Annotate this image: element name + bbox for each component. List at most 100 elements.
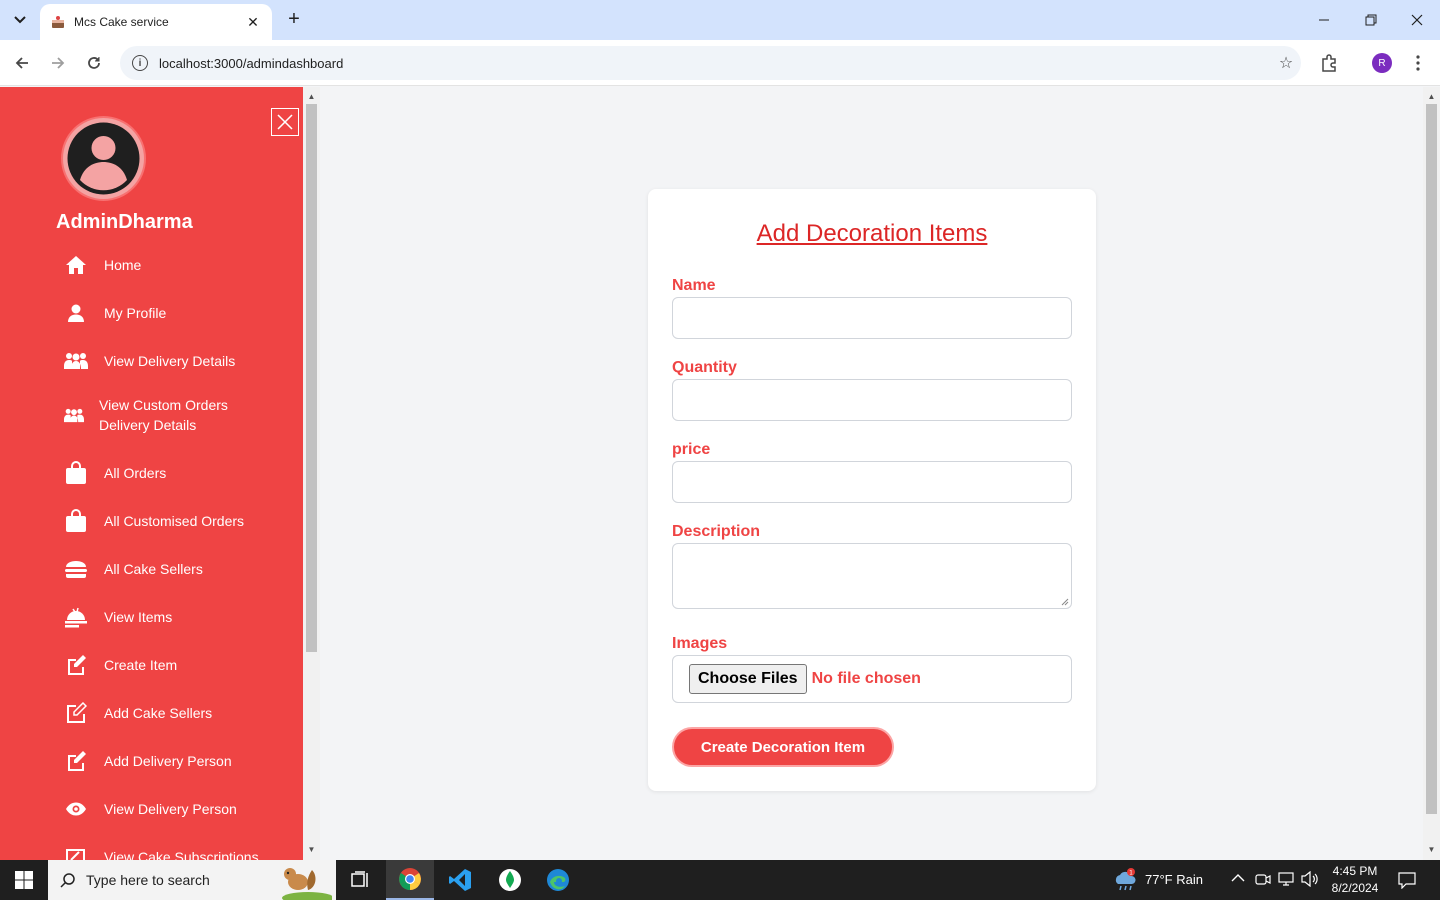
chrome-icon [399,868,421,890]
sidebar-item-view-custom-orders[interactable]: View Custom Orders Delivery Details [64,395,264,435]
sidebar-item-all-customised-orders[interactable]: All Customised Orders [64,509,244,533]
price-input[interactable] [672,461,1072,503]
extensions-button[interactable] [1317,51,1341,75]
search-icon [60,873,75,888]
reload-icon [88,57,100,69]
scroll-up-icon[interactable]: ▲ [306,91,317,103]
arrow-left-icon [15,57,28,69]
forward-button[interactable] [46,51,70,75]
sidebar-item-create-item[interactable]: Create Item [64,653,177,677]
scroll-up-icon[interactable]: ▲ [1426,91,1437,103]
images-file-input[interactable]: Choose Files No file chosen [672,655,1072,703]
close-window-button[interactable] [1402,6,1432,34]
minimize-button[interactable] [1310,6,1340,34]
mongodb-compass-icon [499,869,521,891]
browser-tab[interactable]: Mcs Cake service ✕ [40,4,272,40]
no-file-text: No file chosen [811,670,921,687]
sidebar-item-view-delivery-person[interactable]: View Delivery Person [64,797,237,821]
chevron-down-icon [14,16,26,24]
name-input[interactable] [672,297,1072,339]
sidebar-close-button[interactable] [271,108,299,136]
taskbar-edge[interactable] [534,860,582,900]
resize-grip-icon[interactable] [1061,598,1069,606]
notification-icon[interactable] [1398,871,1416,889]
food-tray-icon [64,605,88,629]
taskbar-chrome[interactable] [386,860,434,900]
edit-square-icon [64,845,88,860]
reload-button[interactable] [82,51,106,75]
bookmark-star-icon[interactable]: ☆ [1271,53,1301,73]
sidebar-item-all-orders[interactable]: All Orders [64,461,166,485]
meet-now-icon[interactable] [1255,871,1271,887]
arrow-right-icon [52,57,65,69]
sidebar-item-home[interactable]: Home [64,253,141,277]
choose-files-button[interactable]: Choose Files [689,664,807,694]
restore-icon [1365,14,1377,26]
scroll-down-icon[interactable]: ▼ [1426,844,1437,856]
windows-logo-icon [15,871,33,889]
eye-icon [64,797,88,821]
task-view-icon [351,871,368,887]
sidebar-item-view-cake-subscriptions[interactable]: View Cake Subscriptions [64,845,259,860]
weather-text[interactable]: 77°F Rain [1145,872,1203,887]
create-decoration-item-button[interactable]: Create Decoration Item [672,727,894,767]
sidebar-item-view-delivery-details[interactable]: View Delivery Details [64,349,235,373]
sidebar-item-my-profile[interactable]: My Profile [64,301,166,325]
home-icon [64,253,88,277]
back-button[interactable] [10,51,34,75]
sidebar-item-add-delivery-person[interactable]: Add Delivery Person [64,749,232,773]
vscode-icon [449,869,471,891]
form-title: Add Decoration Items [756,220,988,247]
edit-icon [64,749,88,773]
sidebar-item-label: View Delivery Person [104,801,237,817]
sidebar-scroll-thumb[interactable] [306,104,317,652]
new-tab-button[interactable]: + [282,8,306,32]
clock-time: 4:45 PM [1332,864,1378,878]
users-icon [64,349,88,373]
sidebar-item-all-cake-sellers[interactable]: All Cake Sellers [64,557,203,581]
sidebar-item-view-items[interactable]: View Items [64,605,172,629]
tab-close-icon[interactable]: ✕ [244,14,262,31]
clock-date: 8/2/2024 [1331,881,1379,895]
minimize-icon [1319,19,1329,21]
avatar [63,118,144,199]
description-textarea[interactable] [672,543,1072,609]
name-label: Name [672,277,716,294]
weather-rain-icon: 1 [1115,868,1136,891]
page-scroll-thumb[interactable] [1426,104,1437,814]
scroll-down-icon[interactable]: ▼ [306,844,317,856]
profile-avatar[interactable]: R [1372,53,1392,73]
quantity-label: Quantity [672,359,737,376]
browser-menu-button[interactable] [1406,51,1430,75]
taskbar-clock[interactable]: 4:45 PM 8/2/2024 [1326,863,1384,897]
search-placeholder: Type here to search [86,872,210,888]
chevron-up-icon[interactable] [1231,873,1245,883]
volume-icon[interactable] [1301,871,1319,887]
user-icon [64,301,88,325]
browser-tabbar: Mcs Cake service ✕ + [0,0,1440,40]
taskbar-mongodb[interactable] [486,860,534,900]
site-info-icon[interactable]: i [132,55,148,71]
task-view-button[interactable] [336,860,384,900]
puzzle-icon [1322,54,1336,72]
description-label: Description [672,523,761,540]
add-decoration-form-card: Add Decoration Items Name Quantity price… [648,189,1096,791]
restore-button[interactable] [1356,6,1386,34]
windows-taskbar: Type here to search 1 77°F Rain 4:45 PM … [0,860,1440,900]
edge-icon [547,869,569,891]
tab-search-button[interactable] [8,8,32,32]
sidebar-item-label: View Items [104,609,173,625]
tab-title: Mcs Cake service [74,15,169,29]
price-label: price [672,441,711,458]
cake-favicon-icon [52,16,64,28]
sidebar-item-add-cake-sellers[interactable]: Add Cake Sellers [64,701,212,725]
quantity-input[interactable] [672,379,1072,421]
taskbar-search[interactable]: Type here to search [48,860,336,900]
url-text[interactable]: localhost:3000/admindashboard [159,56,1271,71]
sidebar-item-label: Add Delivery Person [104,753,232,769]
sidebar-item-label: My Profile [104,305,167,321]
network-icon[interactable] [1278,871,1296,887]
taskbar-vscode[interactable] [436,860,484,900]
address-bar[interactable]: i localhost:3000/admindashboard ☆ [120,46,1301,80]
start-button[interactable] [0,860,48,900]
